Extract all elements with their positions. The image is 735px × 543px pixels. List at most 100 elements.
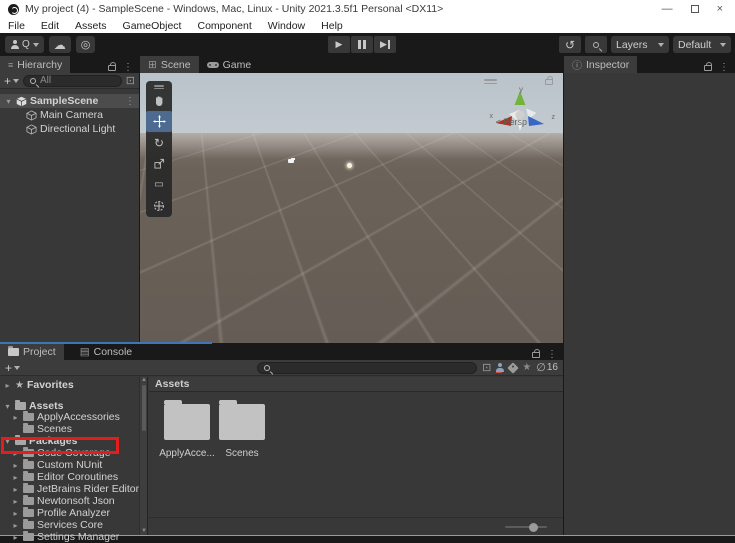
tree-item-profile-analyzer[interactable]: ▸ Profile Analyzer (11, 507, 110, 519)
expander-icon[interactable]: ▾ (4, 97, 13, 106)
tree-item-label: JetBrains Rider Editor (37, 483, 139, 495)
expander-icon[interactable]: ▸ (11, 509, 20, 518)
layers-dropdown[interactable]: Layers (611, 36, 669, 53)
folder-icon (23, 533, 34, 541)
kebab-menu-icon[interactable]: ⋮ (123, 62, 133, 73)
expander-icon[interactable]: ▸ (11, 497, 20, 506)
tab-inspector[interactable]: ⓘ Inspector (564, 56, 637, 73)
menu-gameobject[interactable]: GameObject (123, 20, 182, 32)
tree-item-editor-coroutines[interactable]: ▸ Editor Coroutines (11, 471, 118, 483)
project-tree: ▸ ★ Favorites ▾ Assets ▸ ApplyAccessorie… (0, 377, 148, 535)
layout-dropdown[interactable]: Default (673, 36, 731, 53)
search-filter-icon[interactable]: ⊡ (126, 74, 135, 87)
lock-icon[interactable] (704, 65, 712, 71)
palette-drag-handle[interactable] (154, 85, 164, 87)
kebab-menu-icon[interactable]: ⋮ (125, 96, 139, 107)
overlay-menu-handle[interactable] (484, 77, 497, 86)
tree-item-favorites[interactable]: ▸ ★ Favorites (3, 379, 74, 391)
kebab-menu-icon[interactable]: ⋮ (547, 349, 557, 360)
tree-item-samplescene[interactable]: ▾ SampleScene ⋮ (0, 94, 139, 108)
scroll-down-icon[interactable]: ▼ (140, 528, 148, 534)
light-gizmo-dot[interactable] (347, 163, 352, 168)
version-control-button[interactable]: ◎ (76, 36, 96, 53)
expander-icon[interactable]: ▸ (11, 473, 20, 482)
tree-item-applyaccessories[interactable]: ▸ ApplyAccessories (11, 411, 120, 423)
menu-file[interactable]: File (8, 20, 25, 32)
tab-game-label: Game (223, 59, 252, 71)
tree-item-custom-nunit[interactable]: ▸ Custom NUnit (11, 459, 102, 471)
orientation-gizmo[interactable] (489, 87, 551, 141)
save-search-star-icon[interactable]: ★ (522, 362, 531, 373)
asset-tile-scenes[interactable]: Scenes (212, 404, 272, 459)
tree-item-scenes[interactable]: Scenes (11, 423, 72, 435)
camera-gizmo-dot[interactable] (288, 159, 294, 163)
search-button[interactable] (585, 36, 607, 53)
history-icon: ↺ (565, 38, 575, 52)
lock-icon[interactable] (108, 65, 116, 71)
tree-item-settings-manager[interactable]: ▸ Settings Manager (11, 531, 119, 543)
tab-game[interactable]: Game (199, 56, 260, 73)
scene-viewport[interactable]: ↻ ▭ y x z < Persp (140, 73, 563, 343)
hierarchy-search-input[interactable]: All (23, 75, 122, 87)
slider-knob[interactable] (529, 523, 538, 532)
asset-tile-applyaccessories[interactable]: ApplyAcce... (157, 404, 217, 459)
transform-tool[interactable] (146, 195, 172, 216)
move-tool[interactable] (146, 111, 172, 132)
scale-tool[interactable] (146, 153, 172, 174)
lock-icon[interactable] (545, 79, 553, 85)
menu-edit[interactable]: Edit (41, 20, 59, 32)
rotate-tool[interactable]: ↻ (146, 132, 172, 153)
lock-icon[interactable] (532, 352, 540, 358)
scrollbar-thumb[interactable] (142, 385, 146, 431)
perspective-toggle[interactable]: < Persp (496, 117, 527, 127)
menu-assets[interactable]: Assets (75, 20, 107, 32)
assets-breadcrumb[interactable]: Assets (149, 377, 563, 392)
tab-hierarchy[interactable]: ≡ Hierarchy (0, 56, 70, 73)
tree-item-services-core[interactable]: ▸ Services Core (11, 519, 103, 531)
tree-item-jetbrains-rider-editor[interactable]: ▸ JetBrains Rider Editor (11, 483, 139, 495)
tree-item-newtonsoft-json[interactable]: ▸ Newtonsoft Json (11, 495, 115, 507)
expander-icon[interactable]: ▸ (11, 521, 20, 530)
tab-scene[interactable]: ⊞ Scene (140, 56, 199, 73)
view-hand-tool[interactable] (146, 90, 172, 111)
search-by-type-icon[interactable] (496, 363, 504, 372)
add-object-button[interactable]: + (4, 74, 19, 88)
menu-component[interactable]: Component (197, 20, 251, 32)
step-button[interactable]: ▶ (374, 36, 396, 53)
add-asset-button[interactable]: + (5, 361, 20, 375)
tree-scrollbar[interactable]: ▲ ▼ (139, 377, 147, 535)
search-by-label-icon[interactable] (508, 362, 519, 373)
thumbnail-zoom-slider[interactable] (505, 526, 547, 528)
close-button[interactable]: × (717, 4, 723, 14)
gameobject-icon (26, 124, 37, 135)
hand-icon (153, 95, 165, 107)
assets-grid[interactable]: ApplyAcce... Scenes (149, 392, 563, 517)
tree-item-directional-light[interactable]: Directional Light (0, 122, 139, 136)
hidden-count-toggle[interactable]: ∅ 16 (536, 361, 558, 374)
pause-button[interactable] (351, 36, 373, 53)
play-button[interactable]: ▶ (328, 36, 350, 53)
star-icon: ★ (15, 380, 24, 391)
scroll-up-icon[interactable]: ▲ (140, 377, 148, 383)
menu-window[interactable]: Window (268, 20, 305, 32)
tab-scene-label: Scene (161, 59, 191, 71)
menu-help[interactable]: Help (321, 20, 343, 32)
expander-icon[interactable]: ▸ (11, 413, 20, 422)
rect-tool[interactable]: ▭ (146, 174, 172, 195)
project-search-input[interactable] (257, 362, 477, 374)
kebab-menu-icon[interactable]: ⋮ (719, 62, 729, 73)
undo-history-button[interactable]: ↺ (559, 36, 581, 53)
expander-icon[interactable]: ▸ (3, 381, 12, 390)
expander-icon[interactable]: ▸ (11, 461, 20, 470)
tab-project[interactable]: Project (0, 343, 64, 360)
maximize-button[interactable] (691, 5, 699, 13)
expander-icon[interactable]: ▸ (11, 485, 20, 494)
expander-icon[interactable]: ▾ (3, 402, 12, 411)
account-button[interactable]: Q (5, 36, 44, 53)
minimize-button[interactable]: — (662, 4, 673, 14)
open-search-icon[interactable]: ⊡ (482, 361, 491, 374)
cloud-services-button[interactable]: ☁ (49, 36, 71, 53)
tab-console[interactable]: ▤ Console (72, 343, 140, 360)
tree-item-main-camera[interactable]: Main Camera (0, 108, 139, 122)
expander-icon[interactable]: ▸ (11, 533, 20, 542)
